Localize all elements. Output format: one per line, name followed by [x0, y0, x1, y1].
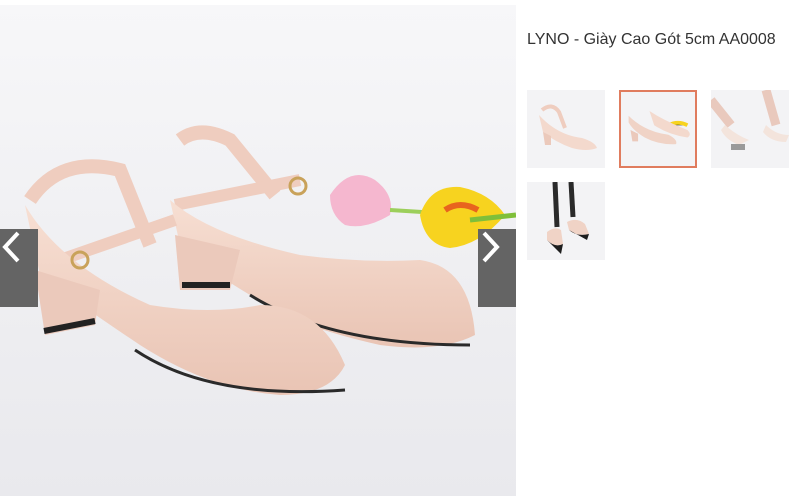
shoe-worn-thumbnail-icon	[711, 90, 789, 150]
chevron-left-icon	[2, 231, 20, 263]
shoe-pair-thumbnail-icon	[628, 110, 690, 145]
chevron-right-icon	[482, 231, 500, 263]
shoe-side-thumbnail-icon	[539, 104, 597, 150]
thumbnail-2[interactable]	[619, 90, 697, 168]
thumbnail-3[interactable]	[711, 90, 789, 168]
gallery-prev-button[interactable]	[0, 229, 38, 307]
gallery-next-button[interactable]	[478, 229, 516, 307]
thumbnail-4[interactable]	[527, 182, 605, 260]
shoe-black-worn-thumbnail-icon	[547, 182, 589, 254]
product-title: LYNO - Giày Cao Gót 5cm AA0008	[527, 31, 776, 48]
thumbnail-1[interactable]	[527, 90, 605, 168]
product-main-image	[0, 5, 516, 496]
